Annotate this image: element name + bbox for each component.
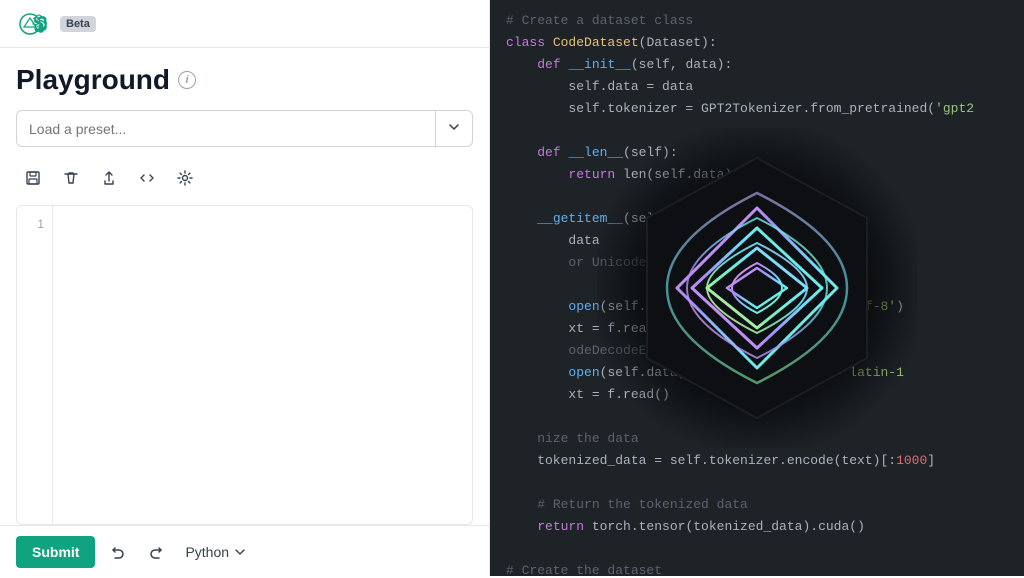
toolbar [16, 159, 473, 197]
share-icon [100, 169, 118, 187]
redo-button[interactable] [141, 537, 171, 567]
save-button[interactable] [16, 163, 50, 193]
undo-icon [109, 543, 127, 561]
top-bar: Beta [0, 0, 489, 48]
hex-logo-svg [607, 138, 907, 438]
line-number-1: 1 [17, 214, 44, 234]
line-numbers: 1 [17, 206, 53, 524]
gear-icon [176, 169, 194, 187]
left-panel: Beta Playground i [0, 0, 490, 576]
code-button[interactable] [130, 163, 164, 193]
beta-badge: Beta [60, 16, 96, 32]
hex-logo-overlay [607, 138, 907, 438]
content-area: Playground i [0, 48, 489, 205]
right-panel: # Create a dataset class class CodeDatas… [490, 0, 1024, 576]
delete-button[interactable] [54, 163, 88, 193]
code-icon [138, 169, 156, 187]
page-title-container: Playground i [16, 64, 473, 96]
language-label: Python [185, 544, 229, 560]
save-icon [24, 169, 42, 187]
language-selector[interactable]: Python [179, 540, 253, 564]
editor-area[interactable]: 1 [16, 205, 473, 525]
redo-icon [147, 543, 165, 561]
settings-button[interactable] [168, 163, 202, 193]
trash-icon [62, 169, 80, 187]
share-button[interactable] [92, 163, 126, 193]
preset-chevron-button[interactable] [435, 111, 472, 146]
chevron-down-icon [446, 119, 462, 135]
lang-chevron-icon [233, 545, 247, 559]
preset-input[interactable] [17, 113, 435, 145]
page-title: Playground [16, 64, 170, 96]
editor-content[interactable] [53, 206, 472, 524]
undo-button[interactable] [103, 537, 133, 567]
bottom-bar: Submit Python [0, 525, 489, 578]
info-icon[interactable]: i [178, 71, 196, 89]
preset-row [16, 110, 473, 147]
submit-button[interactable]: Submit [16, 536, 95, 568]
openai-logo-icon [24, 10, 52, 38]
